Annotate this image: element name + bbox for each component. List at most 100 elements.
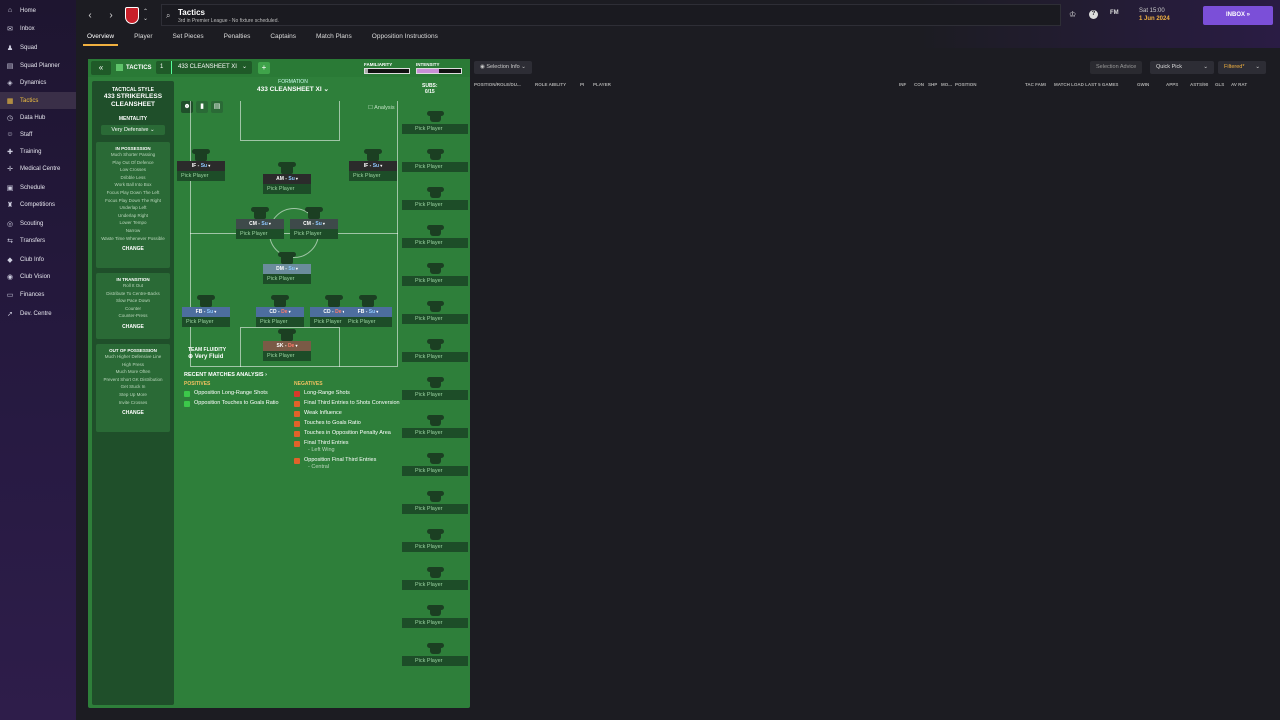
pick-player-dropdown[interactable]: Pick Player	[402, 124, 468, 134]
pick-player-dropdown[interactable]: Pick Player	[402, 580, 468, 590]
sidebar-item-medical-centre[interactable]: ✛ Medical Centre	[0, 160, 76, 177]
pick-player-dropdown[interactable]: Pick Player	[349, 171, 397, 181]
inbox-button[interactable]: INBOX »	[1203, 6, 1273, 25]
tab-player[interactable]: Player	[130, 30, 156, 46]
column-header[interactable]: PI	[580, 82, 584, 87]
position-slot-sk[interactable]: SK - De ▾ Pick Player	[263, 329, 311, 361]
substitute-slot[interactable]: Pick Player	[402, 643, 468, 666]
sidebar-item-data-hub[interactable]: ◷ Data Hub	[0, 109, 76, 126]
position-slot-if[interactable]: IF - Su ▾ Pick Player	[349, 149, 397, 181]
column-header[interactable]: MATCH LOAD LAST 5 GAMES	[1054, 82, 1118, 87]
position-slot-dm[interactable]: DM - Su ▾ Pick Player	[263, 252, 311, 284]
pick-player-dropdown[interactable]: Pick Player	[290, 229, 338, 239]
position-slot-am[interactable]: AM - Su ▾ Pick Player	[263, 162, 311, 194]
column-header[interactable]: INF	[899, 82, 906, 87]
sidebar-item-club-info[interactable]: ◆ Club Info	[0, 251, 76, 268]
trophy-icon[interactable]: ♔	[1069, 10, 1076, 19]
pick-player-dropdown[interactable]: Pick Player	[402, 276, 468, 286]
pick-player-dropdown[interactable]: Pick Player	[402, 238, 468, 248]
tactical-style-name[interactable]: 433 STRIKERLESS CLEANSHEET	[92, 93, 174, 109]
collapse-button[interactable]: «	[91, 61, 111, 75]
tab-set-pieces[interactable]: Set Pieces	[169, 30, 208, 46]
mentality-dropdown[interactable]: Very Defensive ⌄	[101, 125, 165, 135]
column-header[interactable]: POSITION/ROLE/DU...	[474, 82, 521, 87]
substitute-slot[interactable]: Pick Player	[402, 415, 468, 438]
filter-dropdown[interactable]: Filtered* ⌄	[1218, 61, 1266, 74]
substitute-slot[interactable]: Pick Player	[402, 301, 468, 324]
column-header[interactable]: TAC FAMI	[1025, 82, 1046, 87]
pick-player-dropdown[interactable]: Pick Player	[263, 351, 311, 361]
pick-player-dropdown[interactable]: Pick Player	[256, 317, 304, 327]
column-header[interactable]: MO...	[941, 82, 952, 87]
position-role-label[interactable]: SK - De ▾	[263, 341, 311, 351]
position-role-label[interactable]: CM - Su ▾	[290, 219, 338, 229]
sidebar-item-staff[interactable]: ☺ Staff	[0, 126, 76, 143]
substitute-slot[interactable]: Pick Player	[402, 529, 468, 552]
pick-player-dropdown[interactable]: Pick Player	[344, 317, 392, 327]
column-header[interactable]: CON	[914, 82, 924, 87]
sidebar-item-tactics[interactable]: ▦ Tactics	[0, 92, 76, 109]
pick-player-dropdown[interactable]: Pick Player	[177, 171, 225, 181]
substitute-slot[interactable]: Pick Player	[402, 377, 468, 400]
substitute-slot[interactable]: Pick Player	[402, 149, 468, 172]
pick-player-dropdown[interactable]: Pick Player	[402, 542, 468, 552]
position-role-label[interactable]: AM - Su ▾	[263, 174, 311, 184]
column-header[interactable]: ROLE ABILITY	[535, 82, 566, 87]
position-slot-fb[interactable]: FB - Su ▾ Pick Player	[344, 295, 392, 327]
pick-player-dropdown[interactable]: Pick Player	[402, 466, 468, 476]
substitute-slot[interactable]: Pick Player	[402, 339, 468, 362]
position-slot-fb[interactable]: FB - Su ▾ Pick Player	[182, 295, 230, 327]
sidebar-item-transfers[interactable]: ⇆ Transfers	[0, 232, 76, 249]
column-header[interactable]: APPS	[1166, 82, 1178, 87]
formation-selector[interactable]: 433 CLEANSHEET XI ⌄	[238, 85, 348, 93]
tactic-selector[interactable]: 1 433 CLEANSHEET XI ⌄	[156, 61, 252, 74]
position-role-label[interactable]: IF - Su ▾	[349, 161, 397, 171]
in-possession-change-button[interactable]: CHANGE	[96, 246, 170, 252]
pick-player-dropdown[interactable]: Pick Player	[402, 314, 468, 324]
substitute-slot[interactable]: Pick Player	[402, 263, 468, 286]
pick-player-dropdown[interactable]: Pick Player	[402, 656, 468, 666]
familiarity-meter[interactable]	[364, 68, 410, 74]
column-header[interactable]: PLAYER	[593, 82, 611, 87]
sidebar-item-club-vision[interactable]: ◉ Club Vision	[0, 268, 76, 285]
position-role-label[interactable]: FB - Su ▾	[182, 307, 230, 317]
column-header[interactable]: SHP	[928, 82, 937, 87]
position-role-label[interactable]: CM - Su ▾	[236, 219, 284, 229]
pick-player-dropdown[interactable]: Pick Player	[263, 274, 311, 284]
tab-overview[interactable]: Overview	[83, 30, 119, 46]
position-role-label[interactable]: DM - Su ▾	[263, 264, 311, 274]
substitute-slot[interactable]: Pick Player	[402, 605, 468, 628]
in-transition-change-button[interactable]: CHANGE	[96, 324, 170, 330]
tab-opposition-instructions[interactable]: Opposition Instructions	[368, 30, 442, 46]
position-role-label[interactable]: FB - Su ▾	[344, 307, 392, 317]
sidebar-item-schedule[interactable]: ▣ Schedule	[0, 179, 76, 196]
pick-player-dropdown[interactable]: Pick Player	[263, 184, 311, 194]
sidebar-item-inbox[interactable]: ✉ Inbox	[0, 20, 76, 37]
selection-info-dropdown[interactable]: ◉ Selection Info ⌄	[474, 61, 532, 74]
position-slot-cm[interactable]: CM - Su ▾ Pick Player	[236, 207, 284, 239]
position-slot-cm[interactable]: CM - Su ▾ Pick Player	[290, 207, 338, 239]
substitute-slot[interactable]: Pick Player	[402, 453, 468, 476]
pick-player-dropdown[interactable]: Pick Player	[402, 618, 468, 628]
sidebar-item-squad-planner[interactable]: ▤ Squad Planner	[0, 57, 76, 74]
position-role-label[interactable]: CD - De ▾	[256, 307, 304, 317]
position-role-label[interactable]: IF - Su ▾	[177, 161, 225, 171]
sidebar-item-dynamics[interactable]: ◈ Dynamics	[0, 74, 76, 91]
substitute-slot[interactable]: Pick Player	[402, 111, 468, 134]
tab-match-plans[interactable]: Match Plans	[312, 30, 356, 46]
sidebar-item-finances[interactable]: ▭ Finances	[0, 286, 76, 303]
position-slot-cd[interactable]: CD - De ▾Pick Player	[256, 295, 304, 327]
search-icon[interactable]: ⌕	[166, 11, 170, 21]
substitute-slot[interactable]: Pick Player	[402, 491, 468, 514]
pick-player-dropdown[interactable]: Pick Player	[402, 162, 468, 172]
sidebar-item-training[interactable]: ✚ Training	[0, 143, 76, 160]
quick-pick-dropdown[interactable]: Quick Pick ⌄	[1150, 61, 1214, 74]
sidebar-item-competitions[interactable]: ♜ Competitions	[0, 196, 76, 213]
pick-player-dropdown[interactable]: Pick Player	[182, 317, 230, 327]
crest-chevron-icon[interactable]: ⌃ ⌄	[143, 8, 148, 22]
selection-advice-button[interactable]: Selection Advice	[1090, 61, 1143, 74]
pick-player-dropdown[interactable]: Pick Player	[402, 200, 468, 210]
pick-player-dropdown[interactable]: Pick Player	[402, 504, 468, 514]
position-slot-if[interactable]: IF - Su ▾ Pick Player	[177, 149, 225, 181]
pick-player-dropdown[interactable]: Pick Player	[236, 229, 284, 239]
